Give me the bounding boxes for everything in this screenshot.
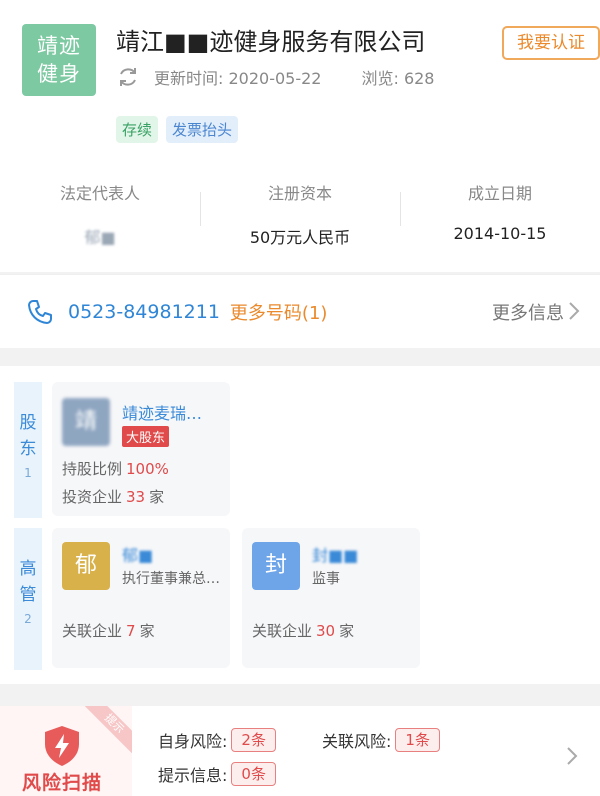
- related-risk[interactable]: 关联风险: 1条: [322, 728, 440, 752]
- meta-row: 更新时间: 2020-05-22 浏览: 628: [116, 64, 435, 90]
- founded-date-value: 2014-10-15: [453, 224, 547, 243]
- legal-rep[interactable]: 法定代表人 郁■: [0, 170, 200, 250]
- status-tags: 存续 发票抬头: [116, 116, 239, 143]
- related-risk-count: 1条: [395, 728, 440, 752]
- refresh-icon[interactable]: [116, 65, 140, 89]
- shareholder-name[interactable]: 靖迹麦瑞…: [122, 400, 202, 424]
- share-ratio-label: 持股比例: [62, 460, 123, 478]
- chevron-right-icon[interactable]: [568, 301, 580, 321]
- related-companies: 关联企业 7 家: [62, 620, 155, 641]
- company-header: 靖迹 健身 靖江■■迹健身服务有限公司 我要认证 更新时间: 2020-05-2…: [0, 0, 600, 272]
- self-risk[interactable]: 自身风险: 2条: [158, 728, 276, 752]
- invested-companies: 投资企业 33 家: [62, 486, 164, 507]
- executive-card[interactable]: 郁 郁■ 执行董事兼总… 关联企业 7 家: [52, 528, 230, 668]
- chevron-right-icon[interactable]: [566, 746, 578, 766]
- executives-label[interactable]: 高 管 2: [14, 528, 42, 670]
- logo-line-2: 健身: [37, 62, 81, 86]
- major-shareholder-badge: 大股东: [122, 426, 170, 447]
- related-count: 30: [316, 622, 336, 640]
- registered-capital-value: 50万元人民币: [249, 228, 351, 247]
- related-companies: 关联企业 30 家: [252, 620, 354, 641]
- shield-icon: [45, 726, 79, 766]
- more-info-link[interactable]: 更多信息: [492, 299, 564, 325]
- related-count: 7: [126, 622, 136, 640]
- related-label: 关联企业: [252, 622, 313, 640]
- registered-capital-label: 注册资本: [267, 184, 332, 203]
- executives-label-ch2: 管: [19, 585, 37, 605]
- hint-info[interactable]: 提示信息: 0条: [158, 762, 276, 786]
- phone-number[interactable]: 0523-84981211: [68, 301, 220, 323]
- related-label: 关联企业: [62, 622, 123, 640]
- shareholder-card[interactable]: 靖 靖迹麦瑞… 大股东 持股比例 100% 投资企业 33 家: [52, 382, 230, 516]
- risk-scan-section[interactable]: 提示 风险扫描 自身风险: 2条 关联风险: 1条 提示信息: 0条: [0, 706, 600, 796]
- status-badge: 存续: [116, 116, 159, 143]
- self-risk-label: 自身风险:: [158, 732, 228, 751]
- avatar: 靖: [62, 398, 110, 446]
- shareholders-label[interactable]: 股 东 1: [14, 382, 42, 518]
- founded-date-label: 成立日期: [467, 184, 532, 203]
- executive-name[interactable]: 郁■: [122, 542, 153, 566]
- more-numbers-link[interactable]: 更多号码(1): [230, 299, 328, 325]
- avatar: 封: [252, 542, 300, 590]
- shareholders-label-ch2: 东: [19, 439, 37, 459]
- phone-icon[interactable]: [26, 298, 54, 326]
- company-name: 靖江■■迹健身服务有限公司: [116, 28, 426, 56]
- related-unit: 家: [139, 622, 155, 640]
- update-time: 更新时间: 2020-05-22: [154, 69, 322, 88]
- executive-card[interactable]: 封 封■■ 监事 关联企业 30 家: [242, 528, 420, 668]
- avatar: 郁: [62, 542, 110, 590]
- logo-line-1: 靖迹: [37, 34, 81, 58]
- invested-label: 投资企业: [62, 488, 123, 506]
- executives-count: 2: [24, 612, 32, 626]
- hint-info-count: 0条: [231, 762, 276, 786]
- legal-rep-value[interactable]: 郁■: [0, 224, 200, 248]
- invested-unit: 家: [149, 488, 165, 506]
- founded-date: 成立日期 2014-10-15: [400, 170, 600, 250]
- hint-ribbon: 提示: [80, 706, 132, 758]
- self-risk-count: 2条: [231, 728, 276, 752]
- invested-count: 33: [126, 488, 146, 506]
- related-risk-label: 关联风险:: [322, 732, 392, 751]
- invoice-title-tag[interactable]: 发票抬头: [166, 116, 239, 143]
- view-count: 浏览: 628: [361, 69, 435, 88]
- executive-name[interactable]: 封■■: [312, 542, 358, 566]
- risk-scan-title: 风险扫描: [22, 772, 103, 794]
- share-ratio: 持股比例 100%: [62, 458, 173, 479]
- people-section: 股 东 1 靖 靖迹麦瑞… 大股东 持股比例 100% 投资企业 33 家 高 管 2…: [0, 366, 600, 684]
- basic-info-grid: 法定代表人 郁■ 注册资本 50万元人民币 成立日期 2014-10-15: [0, 170, 600, 250]
- risk-scan-logo: 提示 风险扫描: [0, 706, 132, 796]
- contact-row: 0523-84981211 更多号码(1) 更多信息: [0, 274, 600, 348]
- company-logo: 靖迹 健身: [22, 24, 96, 96]
- legal-rep-label: 法定代表人: [59, 184, 140, 203]
- executives-label-ch1: 高: [19, 559, 37, 579]
- claim-button[interactable]: 我要认证: [502, 26, 600, 60]
- executive-role: 执行董事兼总…: [122, 571, 220, 587]
- hint-info-label: 提示信息:: [158, 766, 228, 785]
- registered-capital: 注册资本 50万元人民币: [200, 170, 400, 250]
- executive-role: 监事: [312, 571, 340, 587]
- shareholders-label-ch1: 股: [19, 413, 37, 433]
- shareholders-count: 1: [24, 466, 32, 480]
- share-ratio-value: 100%: [126, 460, 169, 478]
- related-unit: 家: [339, 622, 355, 640]
